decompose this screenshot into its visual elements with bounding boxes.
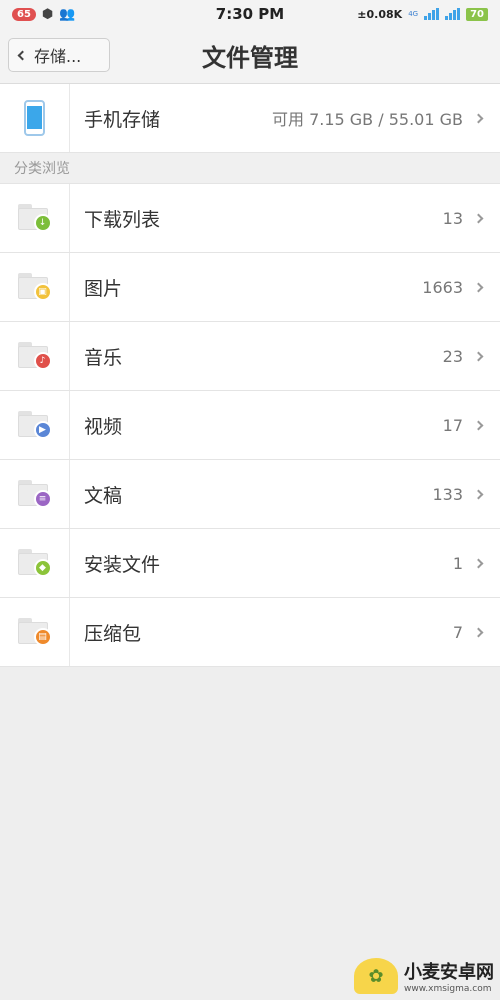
storage-row[interactable]: 手机存储 可用 7.15 GB / 55.01 GB: [0, 84, 500, 153]
category-list: ↓ 下载列表 13 ▣ 图片 1663 ♪ 音乐 23 ▶ 视频 17 ≡ 文稿…: [0, 184, 500, 667]
storage-value: 可用 7.15 GB / 55.01 GB: [271, 110, 463, 129]
category-label: 文稿: [84, 484, 123, 507]
chevron-right-icon: [473, 213, 484, 223]
category-count: 133: [432, 484, 463, 504]
android-icon: ◆: [33, 559, 52, 577]
folder-icon: ♪: [17, 342, 52, 370]
chevron-left-icon: [17, 50, 28, 60]
image-icon: ▣: [33, 283, 52, 301]
download-icon: ↓: [33, 214, 52, 232]
category-row-apk[interactable]: ◆ 安装文件 1: [0, 529, 500, 598]
watermark-name: 小麦安卓网: [404, 962, 494, 983]
clock: 7:30 PM: [215, 5, 285, 23]
battery-indicator: 70: [466, 7, 488, 21]
phone-icon: [24, 100, 45, 136]
android-logo-icon: ✿: [354, 958, 398, 994]
icon-cell: ♪: [0, 322, 70, 390]
category-label: 图片: [84, 277, 123, 300]
watermark-url: www.xmsigma.com: [404, 984, 492, 994]
icon-cell: ↓: [0, 184, 70, 252]
video-icon: ▶: [33, 421, 52, 439]
folder-icon: ▶: [17, 411, 52, 439]
chevron-right-icon: [473, 282, 484, 292]
archive-icon: ▤: [33, 628, 52, 646]
category-count: 23: [442, 346, 463, 366]
folder-icon: ↓: [17, 204, 52, 232]
folder-icon: ≡: [17, 480, 52, 508]
network-type: 4G: [408, 9, 419, 18]
back-label: 存储...: [34, 47, 82, 66]
chevron-right-icon: [473, 489, 484, 499]
page-title: 文件管理: [202, 44, 298, 72]
section-header: 分类浏览: [0, 153, 500, 184]
category-row-music[interactable]: ♪ 音乐 23: [0, 322, 500, 391]
category-row-documents[interactable]: ≡ 文稿 133: [0, 460, 500, 529]
category-count: 1663: [422, 277, 463, 297]
icon-cell: ◆: [0, 529, 70, 597]
icon-cell: ≡: [0, 460, 70, 528]
category-count: 1: [452, 553, 463, 573]
chevron-right-icon: [473, 113, 484, 123]
category-count: 7: [452, 622, 463, 642]
category-row-downloads[interactable]: ↓ 下载列表 13: [0, 184, 500, 253]
storage-label: 手机存储: [84, 108, 161, 131]
icon-cell: ▤: [0, 598, 70, 666]
category-count: 17: [442, 415, 463, 435]
music-icon: ♪: [33, 352, 52, 370]
back-button[interactable]: 存储...: [8, 38, 110, 72]
watermark: ✿ 小麦安卓网 www.xmsigma.com: [354, 958, 494, 994]
category-label: 安装文件: [84, 553, 161, 576]
notification-badge: 65: [12, 7, 36, 21]
category-label: 压缩包: [84, 622, 142, 645]
category-row-images[interactable]: ▣ 图片 1663: [0, 253, 500, 322]
category-label: 音乐: [84, 346, 123, 369]
folder-icon: ▤: [17, 618, 52, 646]
chevron-right-icon: [473, 351, 484, 361]
contacts-icon: 👥: [59, 6, 76, 22]
net-speed: ±0.08K: [357, 7, 403, 21]
storage-icon-cell: [0, 84, 70, 152]
chevron-right-icon: [473, 558, 484, 568]
folder-icon: ▣: [17, 273, 52, 301]
category-row-video[interactable]: ▶ 视频 17: [0, 391, 500, 460]
wifi-signal-icon: [445, 8, 461, 20]
app-header: 存储... 文件管理: [0, 28, 500, 84]
shield-icon: ⬢: [41, 6, 54, 22]
signal-icon: [424, 8, 440, 20]
icon-cell: ▶: [0, 391, 70, 459]
category-label: 视频: [84, 415, 123, 438]
folder-icon: ◆: [17, 549, 52, 577]
category-row-archives[interactable]: ▤ 压缩包 7: [0, 598, 500, 667]
chevron-right-icon: [473, 420, 484, 430]
icon-cell: ▣: [0, 253, 70, 321]
chevron-right-icon: [473, 627, 484, 637]
status-bar: 65 ⬢ 👥 7:30 PM ±0.08K 4G 70: [0, 0, 500, 28]
category-count: 13: [442, 208, 463, 228]
category-label: 下载列表: [84, 208, 161, 231]
document-icon: ≡: [33, 490, 52, 508]
